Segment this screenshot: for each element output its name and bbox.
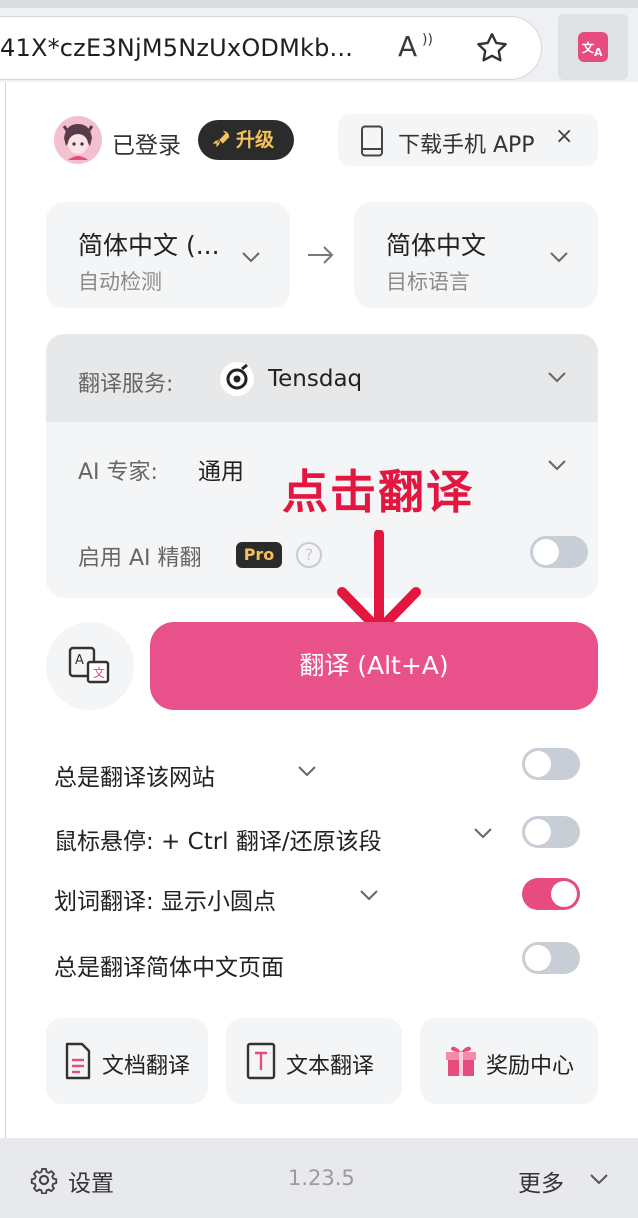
svg-text:A: A bbox=[594, 46, 603, 59]
chevron-down-icon[interactable] bbox=[472, 826, 494, 840]
url-text[interactable]: 41X*czE3NjM5NzUxODMkb... bbox=[0, 34, 353, 62]
popup-footer: 设置 1.23.5 更多 bbox=[0, 1138, 638, 1218]
arrow-right-icon bbox=[308, 246, 334, 264]
translate-extension-icon: 文 A bbox=[578, 32, 608, 62]
svg-text:A: A bbox=[75, 653, 84, 668]
translate-button[interactable]: 翻译 (Alt+A) bbox=[150, 622, 598, 710]
browser-toolbar: 41X*czE3NjM5NzUxODMkb... A )) 文 A bbox=[0, 0, 638, 82]
translate-mode-button[interactable]: A 文 bbox=[46, 622, 134, 710]
close-icon[interactable]: × bbox=[555, 124, 573, 149]
user-avatar[interactable] bbox=[54, 116, 102, 164]
source-language-hint: 自动检测 bbox=[78, 270, 162, 294]
ai-refine-label: 启用 AI 精翻 bbox=[78, 546, 202, 571]
download-app-label: 下载手机 APP bbox=[398, 133, 535, 158]
hover-translate-toggle[interactable] bbox=[522, 816, 580, 848]
settings-button[interactable]: 设置 bbox=[68, 1164, 114, 1198]
translate-mode-icon: A 文 bbox=[68, 646, 110, 684]
target-language-label: 简体中文 bbox=[386, 231, 487, 260]
login-status: 已登录 bbox=[112, 133, 181, 159]
chevron-down-icon[interactable] bbox=[358, 888, 380, 902]
target-language-select[interactable]: 简体中文 目标语言 bbox=[354, 202, 598, 308]
target-language-hint: 目标语言 bbox=[386, 270, 470, 294]
read-aloud-icon[interactable]: A )) bbox=[398, 30, 433, 63]
selection-translate-toggle[interactable] bbox=[522, 878, 580, 910]
phone-icon bbox=[361, 125, 383, 157]
rewards-center-label: 奖励中心 bbox=[486, 1054, 575, 1079]
hover-translate-label: 鼠标悬停: + Ctrl 翻译/还原该段 bbox=[54, 829, 382, 855]
source-language-label: 简体中文 (... bbox=[78, 231, 220, 260]
ai-expert-value[interactable]: 通用 bbox=[198, 452, 244, 486]
source-language-select[interactable]: 简体中文 (... 自动检测 bbox=[46, 202, 290, 308]
translation-service-select[interactable]: 翻译服务: Tensdaq bbox=[46, 334, 598, 422]
ai-expert-label: AI 专家: bbox=[78, 460, 158, 485]
chevron-down-icon[interactable] bbox=[546, 458, 568, 472]
more-button[interactable]: 更多 bbox=[518, 1164, 564, 1198]
always-translate-language-toggle[interactable] bbox=[522, 942, 580, 974]
chevron-down-icon bbox=[242, 252, 260, 263]
gift-icon bbox=[446, 1046, 476, 1076]
ai-refine-toggle[interactable] bbox=[530, 536, 588, 568]
translate-extension-button[interactable]: 文 A bbox=[558, 14, 628, 80]
tensdaq-logo-icon bbox=[220, 362, 254, 396]
gear-icon[interactable] bbox=[30, 1166, 58, 1194]
help-icon[interactable]: ? bbox=[296, 542, 322, 568]
chevron-down-icon bbox=[550, 252, 568, 263]
chevron-down-icon bbox=[548, 372, 566, 383]
chevron-down-icon[interactable] bbox=[296, 764, 318, 778]
service-label: 翻译服务: bbox=[78, 372, 174, 397]
always-translate-site-label: 总是翻译该网站 bbox=[54, 765, 215, 791]
always-translate-language-label: 总是翻译简体中文页面 bbox=[54, 955, 284, 981]
text-translate-label: 文本翻译 bbox=[286, 1054, 375, 1079]
upgrade-button[interactable]: 升级 bbox=[198, 120, 294, 160]
text-translate-button[interactable]: 文本翻译 bbox=[226, 1018, 402, 1104]
document-icon bbox=[65, 1042, 91, 1080]
rocket-icon bbox=[212, 130, 230, 148]
document-translate-label: 文档翻译 bbox=[102, 1054, 191, 1079]
chevron-down-icon[interactable] bbox=[588, 1172, 610, 1186]
click-translate-annotation: 点击翻译 bbox=[282, 465, 474, 519]
pro-badge: Pro bbox=[236, 542, 282, 568]
service-name: Tensdaq bbox=[268, 366, 363, 392]
document-translate-button[interactable]: 文档翻译 bbox=[46, 1018, 208, 1104]
tab-strip bbox=[0, 0, 638, 8]
always-translate-site-toggle[interactable] bbox=[522, 748, 580, 780]
rewards-center-button[interactable]: 奖励中心 bbox=[420, 1018, 598, 1104]
svg-text:文: 文 bbox=[93, 665, 105, 680]
selection-translate-label: 划词翻译: 显示小圆点 bbox=[54, 889, 277, 915]
favorite-star-icon[interactable] bbox=[474, 30, 510, 66]
text-icon bbox=[246, 1042, 276, 1080]
version-label: 1.23.5 bbox=[288, 1166, 355, 1190]
download-app-banner[interactable]: 下载手机 APP × bbox=[338, 114, 598, 166]
